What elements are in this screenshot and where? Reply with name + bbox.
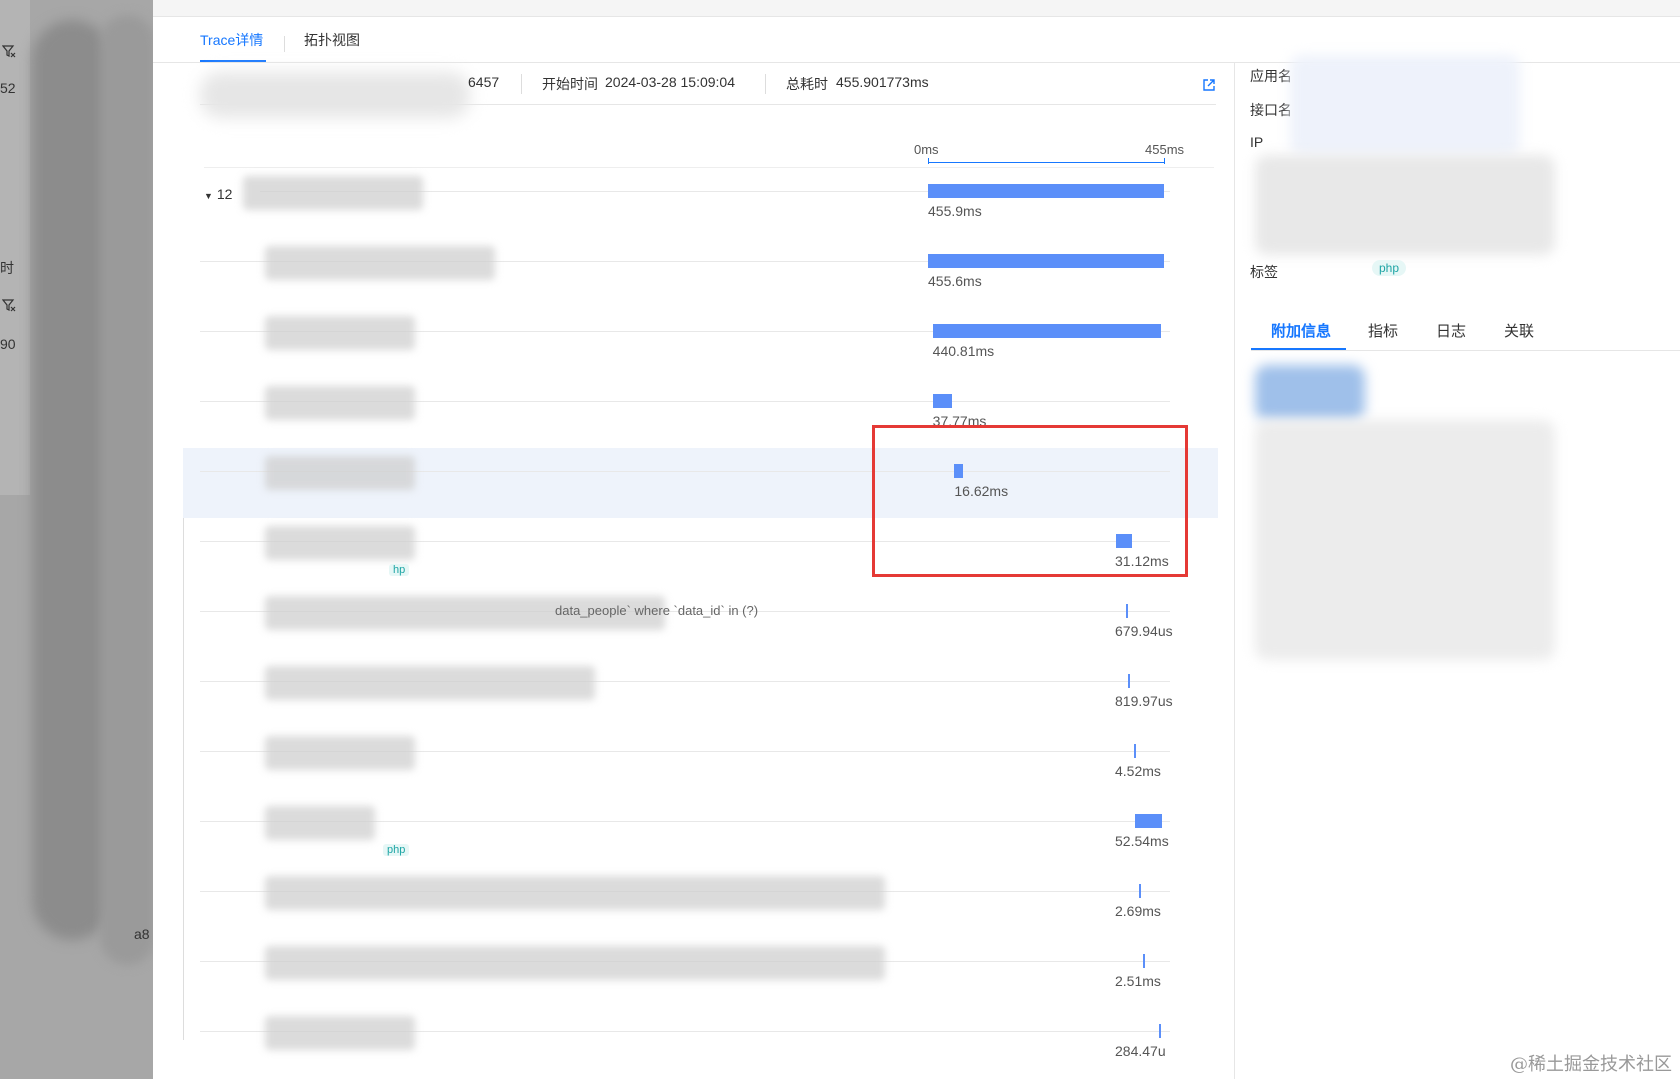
span-row[interactable]: 440.81ms: [183, 308, 1218, 378]
span-name-blurred: [265, 1016, 415, 1050]
span-duration-label: 2.69ms: [1115, 903, 1161, 919]
span-duration-label: 455.9ms: [928, 203, 982, 219]
left-fragment: 时: [0, 260, 14, 276]
span-name-blurred: [265, 316, 415, 350]
span-row[interactable]: 455.6ms: [183, 238, 1218, 308]
span-duration-label: 2.51ms: [1115, 973, 1161, 989]
left-fragment: 52: [0, 80, 16, 96]
span-duration-bar[interactable]: [1159, 1024, 1162, 1038]
span-row[interactable]: 2.51ms: [183, 938, 1218, 1008]
span-duration-label: 819.97us: [1115, 693, 1173, 709]
span-duration-label: 455.6ms: [928, 273, 982, 289]
tab-logs[interactable]: 日志: [1436, 320, 1466, 341]
top-strip: [153, 0, 1680, 17]
watermark: @稀土掘金技术社区: [1510, 1054, 1672, 1075]
blurred-region: [100, 15, 155, 965]
span-row[interactable]: 2.69ms: [183, 868, 1218, 938]
span-duration-bar[interactable]: [1143, 954, 1146, 968]
span-duration-label: 284.47u: [1115, 1043, 1166, 1059]
timeline-tick: [928, 158, 929, 164]
blurred-value: [1255, 155, 1555, 255]
span-name-blurred: [265, 876, 885, 910]
timeline-scale-end: 455ms: [1145, 142, 1185, 157]
span-duration-label: 679.94us: [1115, 623, 1173, 639]
span-row[interactable]: 819.97us: [183, 658, 1218, 728]
span-name-blurred: [243, 176, 423, 210]
span-name-blurred: [265, 246, 495, 280]
span-name-blurred: [265, 526, 415, 560]
total-duration-value: 455.901773ms: [836, 74, 929, 90]
span-row[interactable]: php 52.54ms: [183, 798, 1218, 868]
span-name-blurred: [265, 386, 415, 420]
span-name-blurred: [265, 806, 375, 840]
span-duration-bar[interactable]: [1127, 674, 1130, 688]
span-duration-bar[interactable]: [928, 254, 1164, 268]
app-name-label: 应用名: [1250, 68, 1292, 84]
highlight-annotation: [872, 425, 1188, 577]
span-duration-label: 52.54ms: [1115, 833, 1169, 849]
span-row[interactable]: 4.52ms: [183, 728, 1218, 798]
span-row[interactable]: 455.9ms: [183, 168, 1218, 238]
span-duration-label: 4.52ms: [1115, 763, 1161, 779]
span-duration-bar[interactable]: [1135, 814, 1163, 828]
span-name-blurred: [265, 456, 415, 490]
open-external-icon[interactable]: [1202, 78, 1216, 92]
span-row[interactable]: data_people` where `data_id` in (?) 679.9…: [183, 588, 1218, 658]
filter-clear-icon[interactable]: [2, 44, 16, 58]
background-overlay: 52 时 90 a8: [0, 0, 160, 1079]
span-name-blurred: [265, 946, 885, 980]
tab-topology[interactable]: 拓扑视图: [304, 30, 360, 50]
span-tag: hp: [389, 564, 410, 576]
span-duration-bar[interactable]: [932, 394, 953, 408]
background-column: [0, 0, 30, 495]
span-sql-text: data_people` where `data_id` in (?): [555, 603, 759, 618]
span-duration-label: 440.81ms: [932, 343, 995, 359]
tags-label: 标签: [1250, 264, 1278, 280]
divider: [1234, 62, 1235, 1079]
timeline-axis: [928, 162, 1164, 163]
divider: [1251, 350, 1680, 351]
span-name-blurred: [265, 666, 595, 700]
tab-trace-detail[interactable]: Trace详情: [200, 30, 263, 50]
span-row[interactable]: 284.47u: [183, 1008, 1218, 1078]
span-name-blurred: [265, 736, 415, 770]
left-fragment: 90: [0, 336, 16, 352]
api-name-label: 接口名: [1250, 102, 1292, 118]
ip-label: IP: [1250, 134, 1264, 150]
span-duration-bar[interactable]: [1133, 744, 1136, 758]
active-tab-indicator: [1251, 348, 1346, 350]
span-tag: php: [383, 844, 410, 856]
trace-id[interactable]: 6457: [468, 74, 499, 90]
tab-metrics[interactable]: 指标: [1368, 320, 1398, 341]
blurred-value: [1255, 365, 1365, 420]
left-fragment: a8: [134, 926, 150, 942]
blurred-trace-id: [200, 72, 470, 118]
span-duration-bar[interactable]: [1138, 884, 1141, 898]
total-duration-label: 总耗时: [786, 76, 828, 92]
span-duration-bar[interactable]: [932, 324, 1161, 338]
blurred-value: [1290, 55, 1520, 155]
tab-related[interactable]: 关联: [1504, 320, 1534, 341]
blurred-value: [1255, 420, 1555, 660]
start-time-label: 开始时间: [542, 76, 598, 92]
tab-extra-info[interactable]: 附加信息: [1271, 320, 1331, 341]
divider: [521, 74, 522, 94]
divider: [200, 104, 1216, 105]
divider: [765, 74, 766, 94]
tag-chip: php: [1372, 260, 1407, 276]
span-duration-bar[interactable]: [928, 184, 1164, 198]
filter-clear-icon[interactable]: [2, 298, 16, 312]
timeline-tick: [1164, 158, 1165, 164]
timeline-scale-start: 0ms: [914, 142, 939, 157]
tab-separator: [284, 36, 285, 52]
start-time-value: 2024-03-28 15:09:04: [605, 74, 735, 90]
span-duration-bar[interactable]: [1126, 604, 1129, 618]
